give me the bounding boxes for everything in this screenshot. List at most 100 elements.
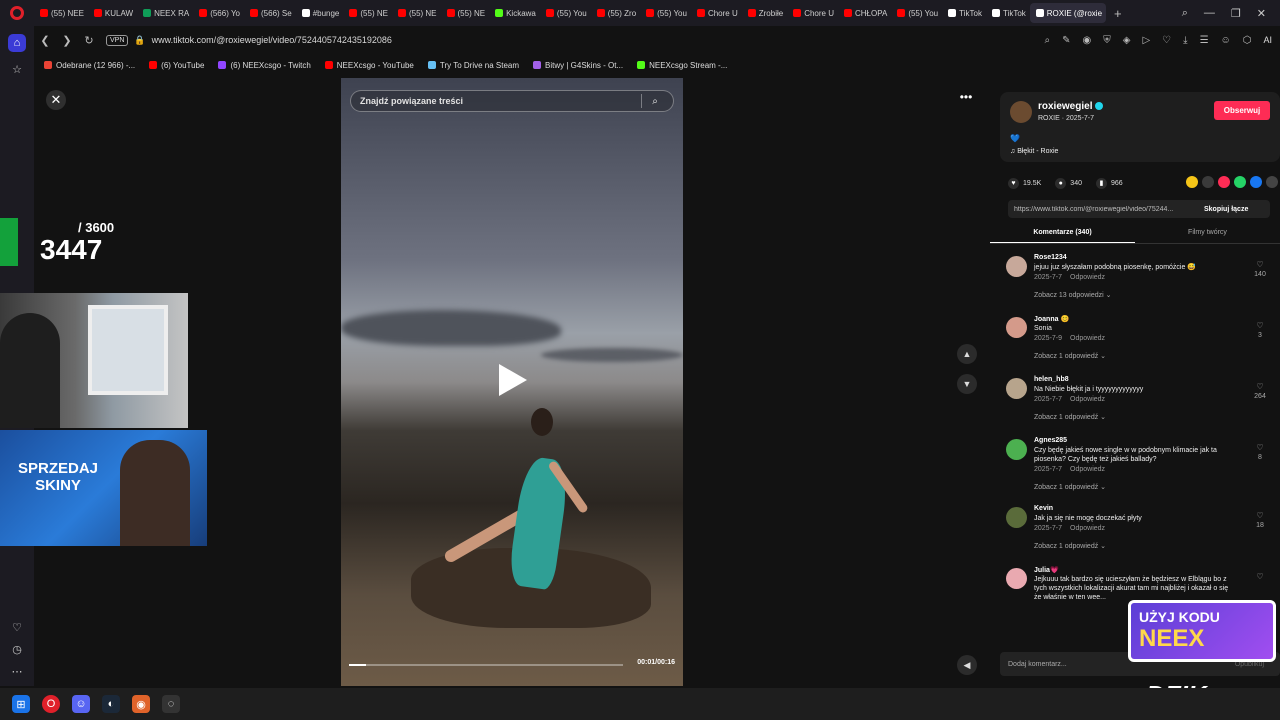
- browser-tab[interactable]: (55) You: [891, 3, 942, 23]
- browser-tab[interactable]: (55) Zro: [591, 3, 640, 23]
- browser-tab[interactable]: (566) Yo: [193, 3, 244, 23]
- browser-tab[interactable]: NEEX RA: [137, 3, 193, 23]
- comment-like-button[interactable]: ♡ 264: [1248, 382, 1272, 400]
- close-icon[interactable]: ✕: [46, 90, 66, 110]
- comment-user[interactable]: Kevin: [1034, 505, 1053, 512]
- browser-tab[interactable]: #bunge: [296, 3, 344, 23]
- forward-icon[interactable]: ❯: [56, 34, 78, 47]
- game-icon[interactable]: ◉: [132, 695, 150, 713]
- send-icon[interactable]: [1218, 176, 1230, 188]
- browser-tab[interactable]: (55) NE: [343, 3, 392, 23]
- download-icon[interactable]: ⤓: [1183, 35, 1187, 46]
- home-icon[interactable]: ⌂: [8, 34, 26, 52]
- bookmark-item[interactable]: Bitwy | G4Skins - Ot...: [533, 61, 623, 70]
- save-stat[interactable]: ▮ 966: [1095, 177, 1123, 189]
- browser-tab[interactable]: (55) NE: [392, 3, 441, 23]
- comment-like-button[interactable]: ♡ 3: [1248, 321, 1272, 339]
- opera-logo[interactable]: [0, 0, 34, 26]
- bookmark-item[interactable]: (6) YouTube: [149, 61, 204, 70]
- back-icon[interactable]: ❮: [34, 34, 56, 47]
- bookmark-item[interactable]: NEEXcsgo Stream -...: [637, 61, 727, 70]
- play-icon[interactable]: [499, 364, 527, 396]
- comment-user[interactable]: helen_hb8: [1034, 376, 1069, 383]
- reply-button[interactable]: Odpowiedz: [1070, 525, 1105, 532]
- lock-icon[interactable]: 🔒: [134, 35, 145, 46]
- video-player[interactable]: ⌕ 00:01/00:16: [341, 78, 683, 686]
- related-search-input[interactable]: [351, 96, 641, 106]
- bookmark-item[interactable]: Try To Drive na Steam: [427, 61, 519, 70]
- tab-comments[interactable]: Komentarze (340): [990, 224, 1135, 243]
- browser-tab[interactable]: Kickawa: [489, 3, 540, 23]
- url-field[interactable]: www.tiktok.com/@roxiewegiel/video/752440…: [152, 35, 392, 45]
- view-replies-button[interactable]: Zobacz 1 odpowiedź ⌄: [1034, 352, 1106, 360]
- copy-link-button[interactable]: Skopiuj łącze: [1198, 206, 1248, 213]
- tab-creator-videos[interactable]: Filmy twórcy: [1135, 224, 1280, 243]
- coin-icon[interactable]: [1186, 176, 1198, 188]
- menu-icon[interactable]: ☰: [1200, 35, 1209, 46]
- avatar[interactable]: [1010, 101, 1032, 123]
- previous-video-icon[interactable]: ▲: [957, 344, 977, 364]
- avatar[interactable]: [1006, 256, 1027, 277]
- share-icon[interactable]: [1266, 176, 1278, 188]
- bookmark-item[interactable]: Odebrane (12 966) -...: [44, 61, 135, 70]
- more-options-icon[interactable]: •••: [955, 91, 977, 106]
- browser-tab[interactable]: KULAW: [88, 3, 137, 23]
- extension-icon[interactable]: ◈: [1123, 35, 1131, 46]
- reply-button[interactable]: Odpowiedz: [1070, 466, 1105, 473]
- heart-icon[interactable]: ♡: [8, 618, 26, 636]
- like-stat[interactable]: ♥ 19.5K: [1008, 177, 1041, 189]
- comment-like-button[interactable]: ♡ 18: [1248, 511, 1272, 529]
- more-icon[interactable]: ⋯: [8, 662, 26, 680]
- heart-icon[interactable]: ♡: [1162, 35, 1171, 46]
- browser-tab[interactable]: (55) NE: [441, 3, 490, 23]
- browser-tab[interactable]: Zrobiłe: [742, 3, 787, 23]
- embed-icon[interactable]: [1202, 176, 1214, 188]
- reload-icon[interactable]: ↻: [78, 34, 100, 47]
- avatar[interactable]: [1006, 317, 1027, 338]
- comment-like-button[interactable]: ♡ 8: [1248, 443, 1272, 461]
- new-tab-button[interactable]: +: [1106, 3, 1128, 23]
- app-icon[interactable]: ◌: [162, 695, 180, 713]
- shield-icon[interactable]: ⛨: [1103, 35, 1111, 46]
- browser-tab[interactable]: (55) NEE: [34, 3, 88, 23]
- windows-start-icon[interactable]: ⊞: [12, 695, 30, 713]
- camera-icon[interactable]: ◉: [1083, 35, 1092, 46]
- view-replies-button[interactable]: Zobacz 1 odpowiedź ⌄: [1034, 413, 1106, 421]
- view-replies-button[interactable]: Zobacz 1 odpowiedź ⌄: [1034, 483, 1106, 491]
- comment-like-button[interactable]: ♡: [1248, 572, 1272, 583]
- view-replies-button[interactable]: Zobacz 1 odpowiedź ⌄: [1034, 542, 1106, 550]
- browser-tab[interactable]: TikTok: [986, 3, 1030, 23]
- browser-tab[interactable]: CHŁOPA: [838, 3, 891, 23]
- comment-stat[interactable]: ● 340: [1055, 177, 1082, 189]
- next-video-icon[interactable]: ▼: [957, 374, 977, 394]
- clock-icon[interactable]: ◷: [8, 640, 26, 658]
- star-icon[interactable]: ☆: [8, 60, 26, 78]
- facebook-icon[interactable]: [1250, 176, 1262, 188]
- close-window-icon[interactable]: ✕: [1257, 7, 1266, 20]
- vpn-badge[interactable]: VPN: [106, 34, 129, 46]
- view-replies-button[interactable]: Zobacz 13 odpowiedzi ⌄: [1034, 291, 1111, 299]
- comment-like-button[interactable]: ♡ 140: [1248, 260, 1272, 278]
- browser-tab[interactable]: TikTok: [942, 3, 986, 23]
- browser-tab[interactable]: (55) You: [640, 3, 691, 23]
- minimize-icon[interactable]: —: [1204, 7, 1215, 19]
- follow-button[interactable]: Obserwuj: [1214, 101, 1270, 120]
- progress-bar[interactable]: [349, 664, 623, 666]
- page-search-icon[interactable]: ⌕: [1045, 35, 1051, 46]
- browser-tab[interactable]: Chore U: [691, 3, 742, 23]
- search-icon[interactable]: ⌕: [642, 96, 668, 107]
- avatar[interactable]: [1006, 568, 1027, 589]
- comment-user[interactable]: Rose1234: [1034, 254, 1067, 261]
- reply-button[interactable]: Odpowiedz: [1070, 396, 1105, 403]
- browser-tab[interactable]: (566) Se: [244, 3, 296, 23]
- discord-icon[interactable]: ☺: [72, 695, 90, 713]
- video-link[interactable]: https://www.tiktok.com/@roxiewegiel/vide…: [1008, 206, 1198, 213]
- reply-button[interactable]: Odpowiedz: [1070, 274, 1105, 281]
- browser-tab[interactable]: (55) You: [540, 3, 591, 23]
- cube-icon[interactable]: ⬡: [1243, 35, 1252, 46]
- avatar[interactable]: [1006, 439, 1027, 460]
- search-tabs-icon[interactable]: ⌕: [1182, 7, 1188, 20]
- profile-icon[interactable]: ☺: [1221, 35, 1231, 46]
- author-name-row[interactable]: roxiewegiel: [1038, 101, 1104, 112]
- reply-button[interactable]: Odpowiedz: [1070, 335, 1105, 342]
